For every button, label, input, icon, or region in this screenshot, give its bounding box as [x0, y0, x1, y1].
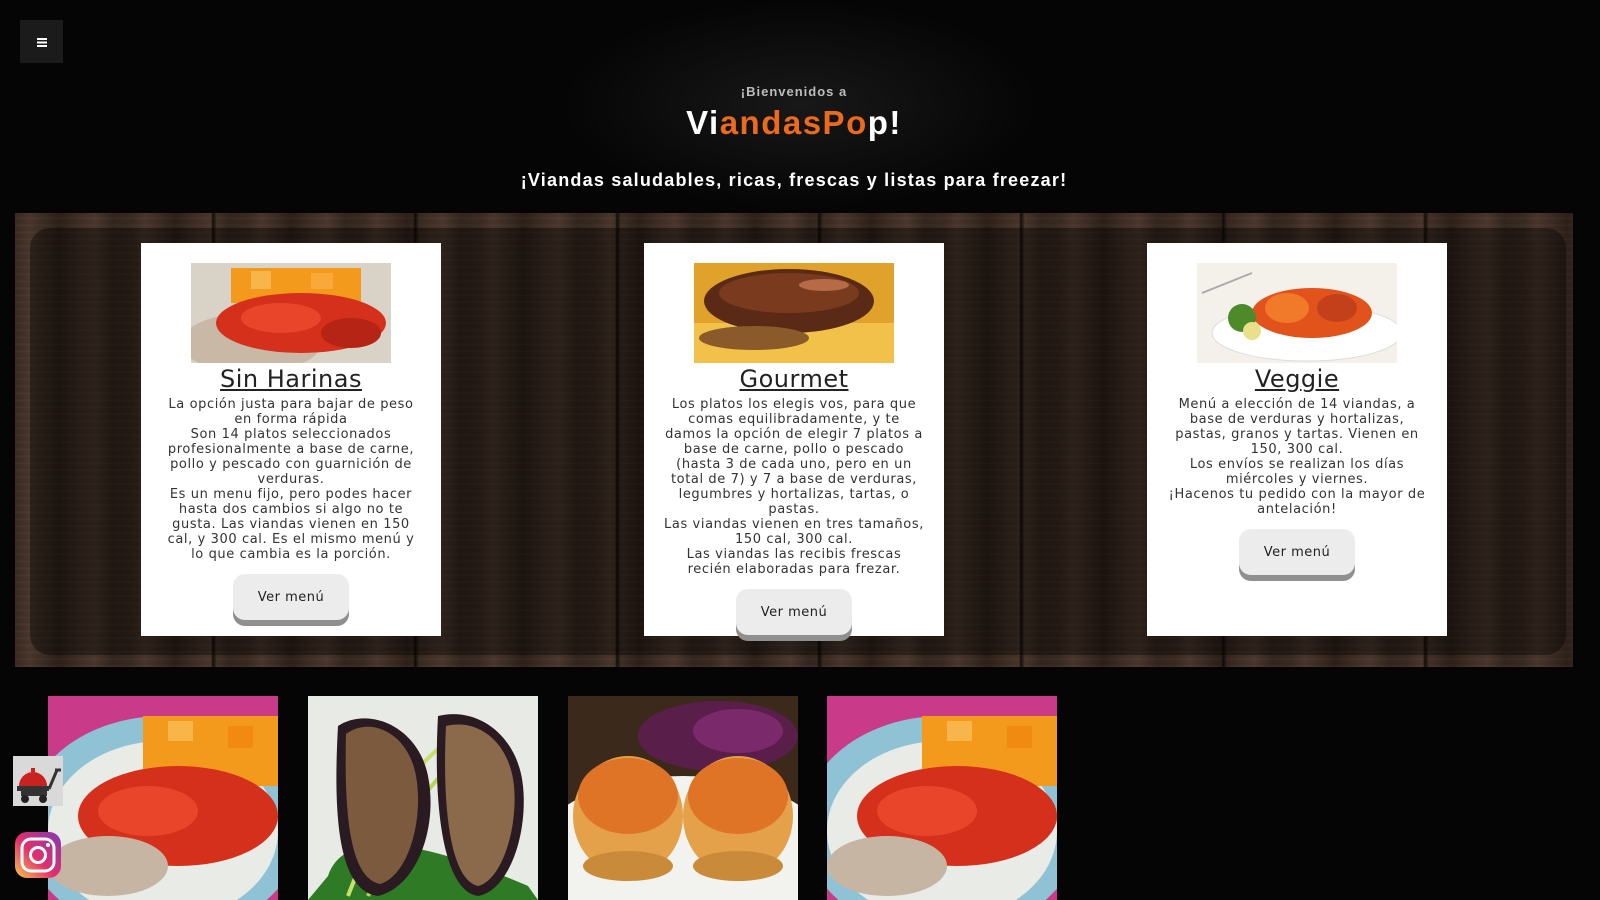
card-paragraph: La opción justa para bajar de peso en fo… [168, 397, 414, 427]
welcome-text: ¡Bienvenidos a [740, 84, 848, 99]
gallery-image[interactable] [827, 696, 1057, 900]
sin-harinas-photo [191, 263, 391, 363]
menu-card-veggie: Veggie Menú a elección de 14 viandas, a … [1147, 243, 1447, 636]
ver-menu-button-veggie[interactable]: Ver menú [1239, 529, 1355, 575]
delivery-cart-icon[interactable] [13, 756, 63, 806]
card-paragraph: Menú a elección de 14 viandas, a base de… [1175, 397, 1419, 457]
menu-card-sin-harinas: Sin Harinas La opción justa para bajar d… [141, 243, 441, 636]
ver-menu-button-gourmet[interactable]: Ver menú [736, 589, 852, 635]
gallery-photo-plate-tomato [827, 696, 1057, 900]
gallery-photo-plate-tomato [48, 696, 278, 900]
card-description: La opción justa para bajar de peso en fo… [161, 397, 421, 562]
ver-menu-button-sin-harinas[interactable]: Ver menú [233, 574, 349, 620]
instagram-icon[interactable] [13, 830, 63, 880]
gallery-image[interactable] [568, 696, 798, 900]
veggie-photo [1197, 263, 1397, 363]
card-paragraph: Son 14 platos seleccionados profesionalm… [167, 427, 415, 487]
card-paragraph: Es un menu fijo, pero podes hacer hasta … [167, 487, 415, 562]
card-paragraph: ¡Hacenos tu pedido con la mayor de antel… [1168, 487, 1426, 517]
menu-toggle-button[interactable] [20, 20, 63, 63]
card-paragraph: Las viandas las recibis frescas recién e… [686, 547, 902, 577]
card-title: Veggie [1254, 365, 1340, 393]
card-title: Sin Harinas [220, 365, 362, 393]
gallery-photo-stuffed-potatoes [568, 696, 798, 900]
brand-part-1: Vi [686, 104, 720, 141]
card-paragraph: Los platos los elegis vos, para que coma… [665, 397, 923, 517]
brand-part-3: p! [867, 104, 902, 141]
brand-title: ViandasPop! [0, 104, 1588, 142]
tagline: ¡Viandas saludables, ricas, frescas y li… [520, 170, 1068, 190]
card-paragraph: Los envíos se realizan los días miércole… [1189, 457, 1405, 487]
card-description: Los platos los elegis vos, para que coma… [664, 397, 924, 577]
brand-part-2: andasPo [719, 104, 868, 141]
card-paragraph: Las viandas vienen en tres tamaños, 150 … [664, 517, 924, 547]
gourmet-photo [694, 263, 894, 363]
gallery-image[interactable] [48, 696, 278, 900]
gallery-image[interactable] [308, 696, 538, 900]
menu-card-gourmet: Gourmet Los platos los elegis vos, para … [644, 243, 944, 636]
hamburger-icon [36, 37, 47, 47]
card-description: Menú a elección de 14 viandas, a base de… [1167, 397, 1427, 517]
card-title: Gourmet [739, 365, 849, 393]
gallery-photo-eggplant [308, 696, 538, 900]
